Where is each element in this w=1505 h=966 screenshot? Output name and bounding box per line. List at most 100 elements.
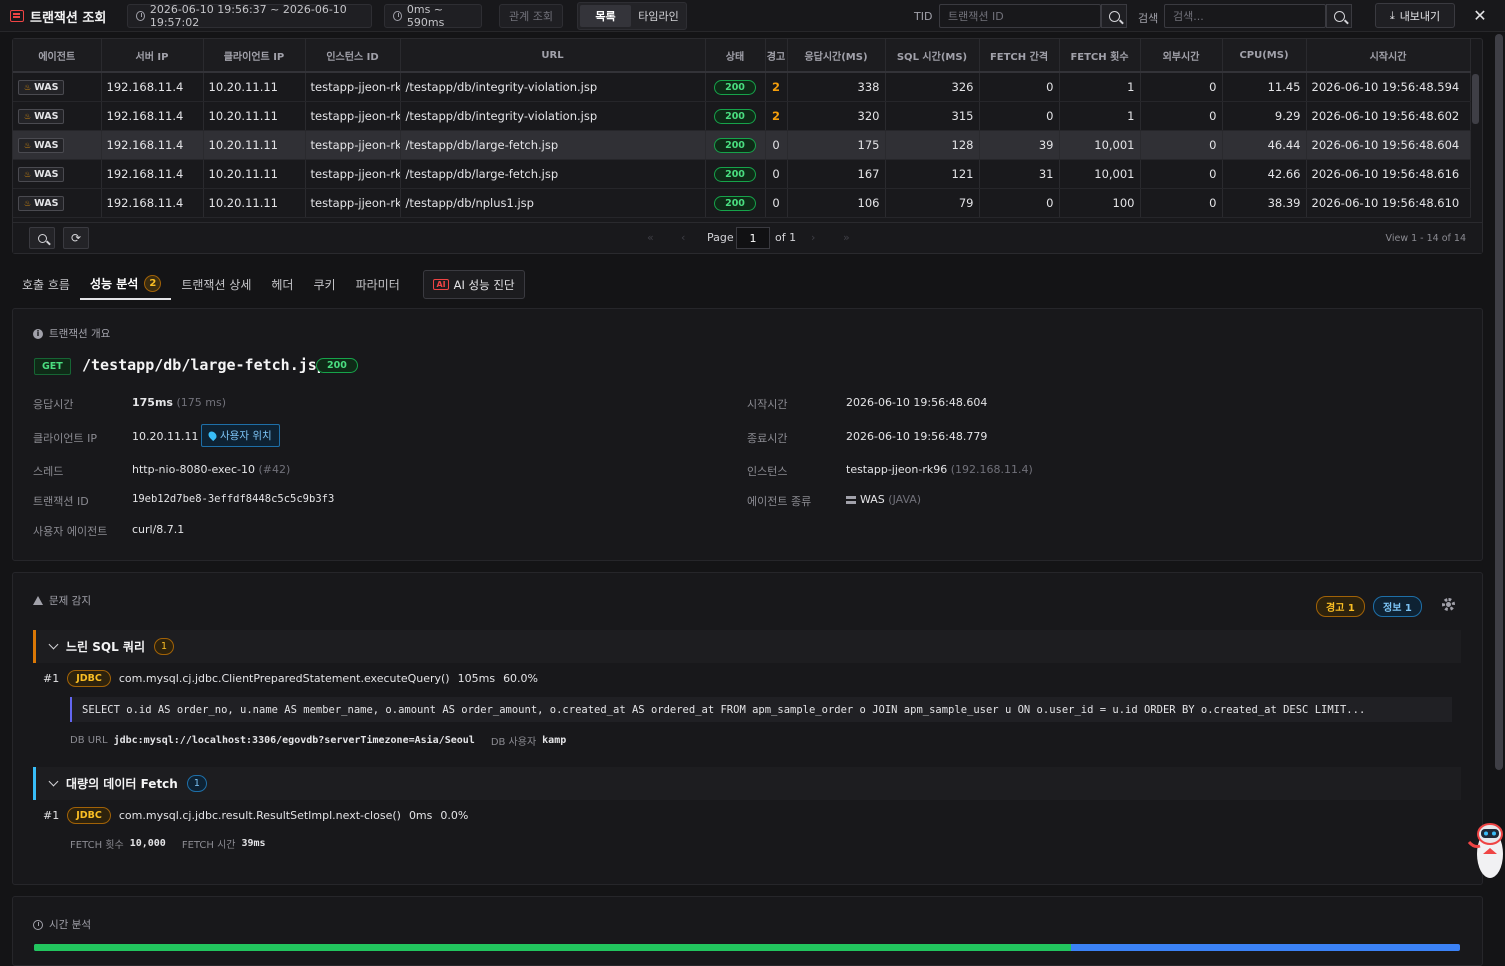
- fetch-gap-cell: 39: [979, 130, 1060, 160]
- refresh-icon: ⟳: [70, 231, 82, 245]
- time-bar-sql: [34, 944, 1071, 951]
- zoom-button[interactable]: [29, 227, 55, 249]
- fetch-cnt-cell: 10,001: [1059, 159, 1141, 189]
- column-header[interactable]: FETCH 횟수: [1059, 39, 1141, 73]
- table-row[interactable]: ♨ WAS 192.168.11.4 10.20.11.11 testapp-jjeon…: [13, 72, 1471, 102]
- table-row[interactable]: ♨ WAS 192.168.11.4 10.20.11.11 testapp-jjeon…: [13, 159, 1471, 189]
- chevron-down-icon: [48, 639, 59, 650]
- agent-label: WAS: [34, 81, 59, 93]
- column-header[interactable]: 시작시간: [1306, 39, 1471, 73]
- search-label: 검색: [1138, 12, 1159, 25]
- table-row[interactable]: ♨ WAS 192.168.11.4 10.20.11.11 testapp-jjeon…: [13, 188, 1471, 218]
- tab-transaction-detail[interactable]: 트랜잭션 상세: [171, 268, 261, 300]
- status-badge: 200: [714, 108, 756, 124]
- close-button[interactable]: ✕: [1470, 4, 1490, 26]
- search-button[interactable]: [1326, 4, 1352, 28]
- clock-icon: [136, 11, 145, 21]
- tab-list[interactable]: 목록: [580, 5, 631, 27]
- table-row[interactable]: ♨ WAS 192.168.11.4 10.20.11.11 testapp-jjeon…: [13, 101, 1471, 131]
- warning-count-pill[interactable]: 경고 1: [1316, 596, 1365, 617]
- agent-cell: ♨ WAS: [13, 159, 102, 189]
- tab-cookie[interactable]: 쿠키: [303, 268, 345, 300]
- column-header[interactable]: SQL 시간(MS): [885, 39, 980, 73]
- ai-diagnosis-button[interactable]: AI AI 성능 진단: [423, 270, 525, 299]
- db-info: DB URL jdbc:mysql://localhost:3306/egovd…: [70, 733, 566, 748]
- column-header[interactable]: FETCH 간격: [979, 39, 1060, 73]
- gear-icon[interactable]: [1442, 598, 1455, 611]
- tid-value: 19eb12d7be8-3effdf8448c5c5c9b3f3: [132, 493, 335, 505]
- group-slow-sql[interactable]: 느린 SQL 쿼리 1: [33, 630, 1461, 663]
- tab-timeline[interactable]: 타임라인: [633, 5, 684, 27]
- sql-cell: 315: [885, 101, 980, 131]
- search-input[interactable]: 검색...: [1164, 4, 1326, 28]
- large-fetch-call[interactable]: #1 JDBC com.mysql.cj.jdbc.result.ResultS…: [43, 807, 468, 824]
- agent-cell: ♨ WAS: [13, 72, 102, 102]
- prev-page-button[interactable]: ‹: [681, 231, 685, 244]
- info-count-pill[interactable]: 정보 1: [1373, 596, 1422, 617]
- assistant-robot-icon[interactable]: [1466, 814, 1505, 880]
- sql-text[interactable]: SELECT o.id AS order_no, u.name AS membe…: [70, 697, 1452, 722]
- column-header[interactable]: CPU(MS): [1222, 39, 1307, 73]
- fetch-cnt-cell: 1: [1059, 72, 1141, 102]
- tab-performance[interactable]: 성능 분석 2: [79, 268, 172, 300]
- tab-header[interactable]: 헤더: [261, 268, 303, 300]
- resp-cell: 320: [787, 101, 886, 131]
- response-range-text: 0ms ~ 590ms: [406, 3, 445, 29]
- fetch-count-value: 10,000: [129, 838, 166, 849]
- column-header[interactable]: 에이전트: [13, 39, 102, 73]
- last-page-button[interactable]: »: [843, 231, 850, 244]
- fetch-cnt-cell: 1: [1059, 101, 1141, 131]
- java-icon: ♨: [24, 169, 32, 179]
- export-button[interactable]: ⤓ 내보내기: [1375, 3, 1455, 28]
- column-header[interactable]: 응답시간(MS): [787, 39, 886, 73]
- related-query-button[interactable]: 관계 조회: [499, 4, 563, 28]
- call-method: com.mysql.cj.jdbc.result.ResultSetImpl.n…: [118, 809, 401, 822]
- group-title: 느린 SQL 쿼리: [66, 640, 146, 654]
- next-page-button[interactable]: ›: [811, 231, 815, 244]
- tab-parameter[interactable]: 파라미터: [346, 268, 410, 300]
- cpu-cell: 46.44: [1222, 130, 1307, 160]
- column-header[interactable]: 외부시간: [1140, 39, 1223, 73]
- page-input[interactable]: 1: [736, 227, 770, 249]
- tid-input[interactable]: 트랜잭션 ID: [939, 4, 1101, 28]
- agent-label: WAS: [34, 139, 59, 151]
- column-header[interactable]: 경고: [765, 39, 788, 73]
- group-title: 대량의 데이터 Fetch: [66, 777, 178, 791]
- column-header[interactable]: 인스턴스 ID: [305, 39, 401, 73]
- refresh-button[interactable]: ⟳: [63, 227, 89, 249]
- group-large-fetch[interactable]: 대량의 데이터 Fetch 1: [33, 767, 1461, 800]
- table-row[interactable]: ♨ WAS 192.168.11.4 10.20.11.11 testapp-jjeon…: [13, 130, 1471, 160]
- tid-search-button[interactable]: [1101, 4, 1127, 28]
- status-badge: 200: [316, 358, 358, 373]
- url-cell: /testapp/db/integrity-violation.jsp: [400, 72, 706, 102]
- table-scrollbar[interactable]: [1472, 74, 1479, 124]
- fetch-time-value: 39ms: [241, 838, 266, 849]
- ext-cell: 0: [1140, 101, 1223, 131]
- tab-badge: 2: [144, 274, 162, 292]
- time-analysis-panel: [12, 896, 1483, 966]
- instance-value: testapp-jjeon-rk96: [846, 463, 948, 476]
- agent-type-label: 에이전트 종류: [747, 495, 812, 508]
- response-range-filter[interactable]: 0ms ~ 590ms: [384, 3, 482, 29]
- server-ip-cell: 192.168.11.4: [101, 130, 204, 160]
- user-location-button[interactable]: 사용자 위치: [201, 424, 280, 447]
- column-header[interactable]: 클라이언트 IP: [203, 39, 306, 73]
- request-path: /testapp/db/large-fetch.jsp: [82, 356, 326, 374]
- column-header[interactable]: 서버 IP: [101, 39, 204, 73]
- agent-badge: ♨ WAS: [18, 108, 65, 124]
- time-range-picker[interactable]: 2026-06-10 19:56:37 ~ 2026-06-10 19:57:0…: [127, 3, 372, 29]
- first-page-button[interactable]: «: [647, 231, 654, 244]
- column-header[interactable]: 상태: [705, 39, 766, 73]
- status-badge: 200: [714, 166, 756, 182]
- clock-icon: [393, 11, 402, 21]
- sql-cell: 326: [885, 72, 980, 102]
- app-title-text: 트랜잭션 조회: [30, 10, 107, 26]
- slow-sql-call[interactable]: #1 JDBC com.mysql.cj.jdbc.ClientPrepared…: [43, 670, 538, 687]
- page-scrollbar[interactable]: [1495, 34, 1503, 770]
- tab-call-flow[interactable]: 호출 흐름: [12, 268, 80, 300]
- column-header[interactable]: URL: [400, 39, 706, 73]
- url-cell: /testapp/db/nplus1.jsp: [400, 188, 706, 218]
- agent-badge: ♨ WAS: [18, 195, 65, 211]
- agent-badge: ♨ WAS: [18, 137, 65, 153]
- fetch-cnt-cell: 100: [1059, 188, 1141, 218]
